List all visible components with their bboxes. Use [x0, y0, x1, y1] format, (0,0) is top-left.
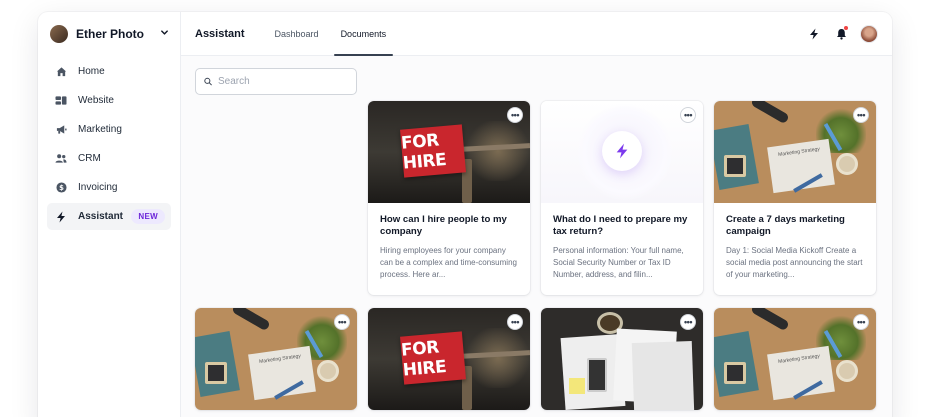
more-options-icon[interactable]: •••	[680, 314, 696, 330]
notification-dot	[844, 25, 848, 30]
card-image: •••	[541, 101, 703, 203]
card-image: Marketing Strategy •••	[714, 308, 876, 410]
sidebar-item-label: Marketing	[78, 124, 122, 135]
more-options-icon[interactable]: •••	[507, 314, 523, 330]
more-options-icon[interactable]: •••	[680, 107, 696, 123]
chevron-down-icon[interactable]	[160, 28, 169, 40]
sidebar-item-label: CRM	[78, 153, 101, 164]
search-box	[195, 68, 357, 95]
sidebar-item-label: Website	[78, 95, 114, 106]
bolt-icon	[53, 211, 69, 223]
user-avatar[interactable]	[860, 24, 878, 43]
search-input[interactable]	[218, 76, 348, 87]
search-icon	[204, 77, 212, 86]
card-title: How can I hire people to my company	[380, 214, 507, 237]
card-image: Marketing Strategy •••	[714, 101, 876, 203]
card-image: Marketing Strategy •••	[195, 308, 357, 410]
sidebar-item-home[interactable]: Home	[47, 58, 171, 85]
card-image: FOR HIRE •••	[368, 308, 530, 410]
users-icon	[53, 153, 69, 164]
document-card[interactable]: Marketing Strategy ••• Create a 7 days m…	[714, 101, 876, 295]
main-content: Assistant Dashboard Documents Search FOR…	[181, 12, 892, 417]
card-image: •••	[541, 308, 703, 410]
page-title: Assistant	[195, 27, 245, 40]
topbar: Assistant Dashboard Documents	[181, 12, 892, 56]
sidebar-item-website[interactable]: Website	[47, 87, 171, 114]
card-excerpt: Hiring employees for your company can be…	[380, 246, 517, 279]
document-card[interactable]: FOR HIRE ••• How can I hire people to my…	[368, 101, 530, 295]
new-badge: NEW	[131, 209, 165, 224]
more-options-icon[interactable]: •••	[853, 314, 869, 330]
card-excerpt: Day 1: Social Media Kickoff Create a soc…	[726, 246, 863, 279]
more-options-icon[interactable]: •••	[853, 107, 869, 123]
card-body: Create a 7 days marketing campaign Day 1…	[714, 203, 876, 295]
sidebar-item-marketing[interactable]: Marketing	[47, 116, 171, 143]
svg-text:$: $	[59, 184, 64, 192]
tab-dashboard[interactable]: Dashboard	[275, 12, 319, 56]
more-options-icon[interactable]: •••	[334, 314, 350, 330]
bolt-icon	[602, 131, 642, 171]
app-window: Ether Photo Home Website Marketing CRM $…	[38, 12, 892, 417]
sidebar-item-label: Invoicing	[78, 182, 118, 193]
sidebar-item-crm[interactable]: CRM	[47, 145, 171, 172]
workspace-name: Ether Photo	[76, 27, 144, 41]
sidebar: Ether Photo Home Website Marketing CRM $…	[38, 12, 181, 417]
document-card[interactable]: FOR HIRE •••	[368, 308, 530, 410]
workspace-avatar	[50, 25, 68, 43]
document-card[interactable]: Marketing Strategy •••	[195, 308, 357, 410]
sidebar-item-assistant[interactable]: Assistant NEW	[47, 203, 171, 230]
card-image: FOR HIRE •••	[368, 101, 530, 203]
card-title: Create a 7 days marketing campaign	[726, 214, 845, 237]
top-actions	[794, 24, 878, 43]
card-body: What do I need to prepare my tax return?…	[541, 203, 703, 295]
card-body: How can I hire people to my company Hiri…	[368, 203, 530, 295]
for-hire-sign: FOR HIRE	[400, 331, 466, 385]
sidebar-item-label: Home	[78, 66, 105, 77]
website-icon	[53, 95, 69, 106]
tab-documents[interactable]: Documents	[333, 12, 393, 56]
card-title: What do I need to prepare my tax return?	[553, 214, 688, 237]
card-excerpt: Personal information: Your full name, So…	[553, 246, 684, 279]
bolt-icon[interactable]	[807, 27, 821, 41]
document-card[interactable]: •••	[541, 308, 703, 410]
bell-icon[interactable]	[834, 25, 848, 41]
document-card[interactable]: Marketing Strategy •••	[714, 308, 876, 410]
dollar-icon: $	[53, 182, 69, 193]
for-hire-sign: FOR HIRE	[400, 124, 466, 178]
workspace-switcher[interactable]: Ether Photo	[47, 22, 171, 46]
sidebar-item-invoicing[interactable]: $ Invoicing	[47, 174, 171, 201]
sidebar-item-label: Assistant	[78, 211, 124, 222]
document-card[interactable]: ••• What do I need to prepare my tax ret…	[541, 101, 703, 295]
home-icon	[53, 66, 69, 77]
megaphone-icon	[53, 124, 69, 135]
more-options-icon[interactable]: •••	[507, 107, 523, 123]
